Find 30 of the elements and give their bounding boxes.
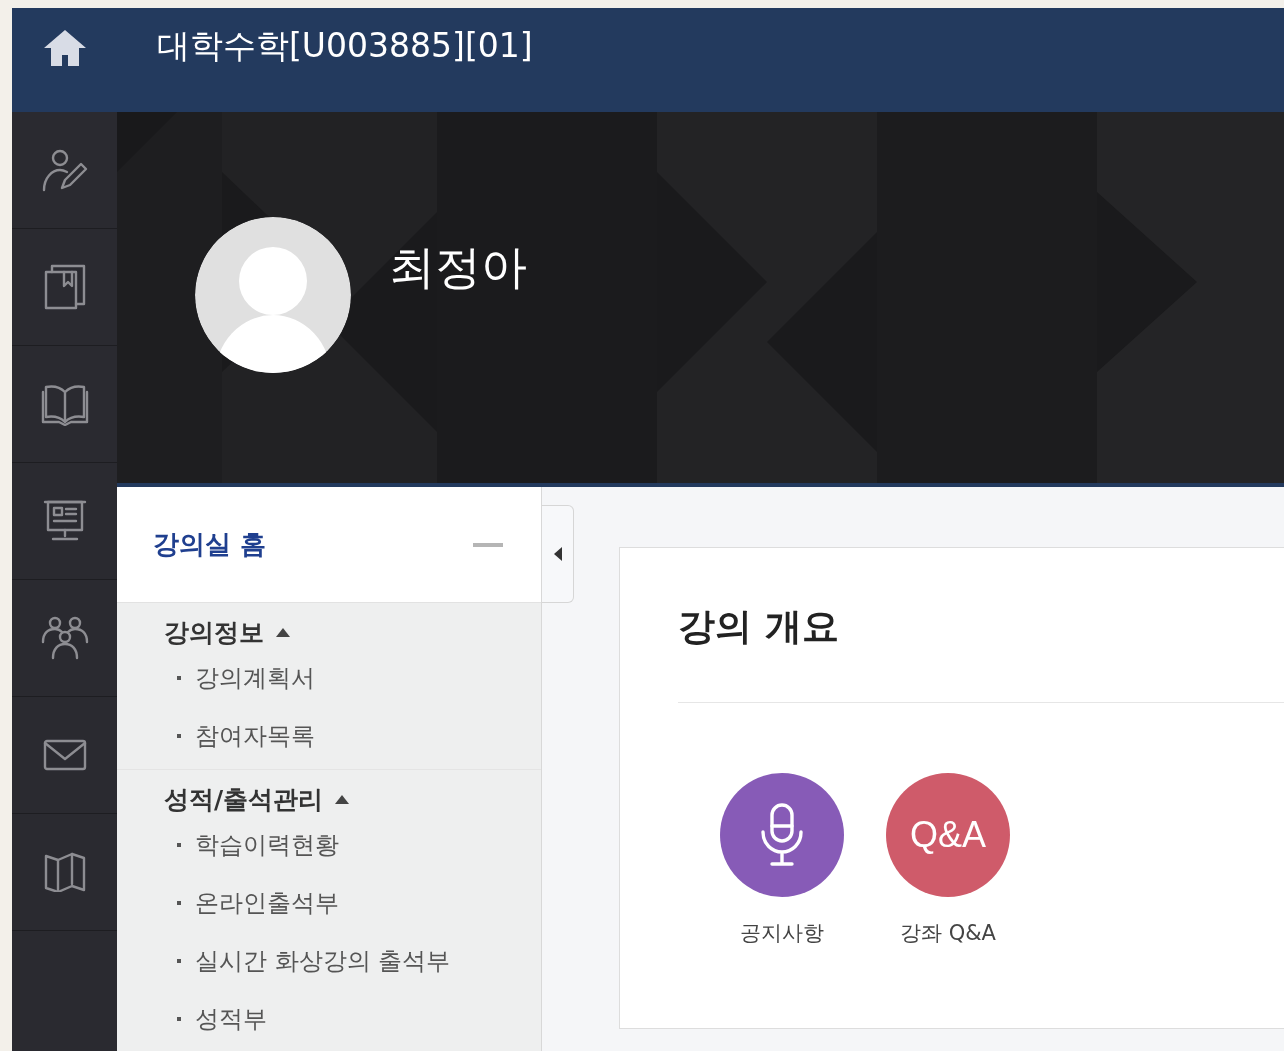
course-title: 대학수학[U003885][01] <box>157 25 533 67</box>
shortcut-label: 공지사항 <box>740 920 824 947</box>
home-icon <box>42 28 87 68</box>
section-header[interactable]: 성적/출석관리 <box>117 782 350 816</box>
people-icon <box>40 616 89 660</box>
menu-item[interactable]: 성적부 <box>117 990 541 1048</box>
open-book-icon <box>40 382 89 426</box>
presentation-board-icon <box>42 500 87 542</box>
menu-item[interactable]: 실시간 화상강의 출석부 <box>117 932 541 990</box>
menu-item[interactable]: 강의계획서 <box>117 649 541 707</box>
shortcut-link[interactable]: Q&A 강좌 Q&A <box>886 773 1010 947</box>
classroom-home-link[interactable]: 강의실 홈 <box>153 527 267 562</box>
map-icon <box>43 852 86 892</box>
shortcut-label: 강좌 Q&A <box>900 920 996 947</box>
menu-item[interactable]: 학습이력현황 <box>117 816 541 874</box>
microphone-icon <box>759 802 805 868</box>
sidebar-toggle-button[interactable] <box>542 505 574 603</box>
user-name: 최정아 <box>389 238 527 296</box>
mail-icon <box>42 739 87 771</box>
card-title: 강의 개요 <box>678 604 840 650</box>
caret-up-icon <box>335 794 350 804</box>
section-header[interactable]: 강의정보 <box>117 615 290 649</box>
qa-badge-text: Q&A <box>910 814 986 856</box>
menu-item[interactable]: 온라인출석부 <box>117 874 541 932</box>
shortcut-link[interactable]: 공지사항 <box>720 773 844 947</box>
caret-up-icon <box>276 627 290 637</box>
menu-item[interactable]: 참여자목록 <box>117 707 541 765</box>
caret-left-icon <box>553 547 562 561</box>
books-icon <box>43 264 86 310</box>
person-pen-icon <box>41 148 88 192</box>
